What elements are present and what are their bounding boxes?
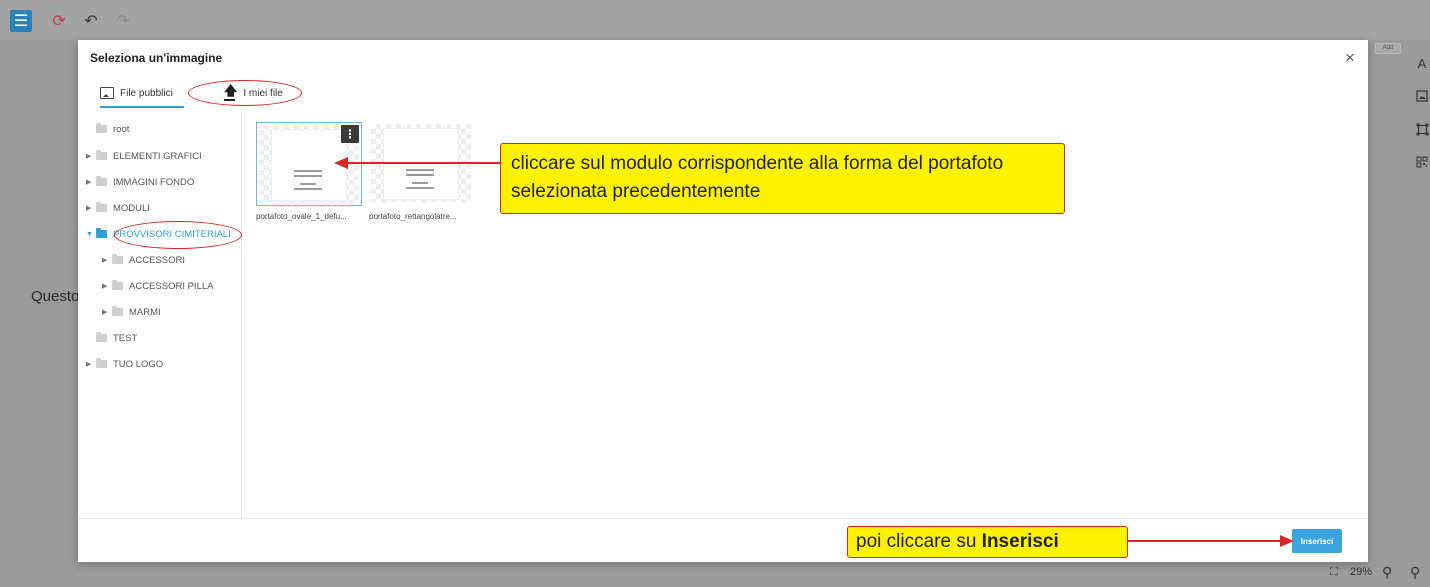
tree-item-moduli[interactable]: ▶ MODULI [86,199,150,217]
zoom-out-icon[interactable]: ⚲ [1382,564,1392,581]
folder-icon [96,202,107,212]
tree-item-label: TEST [113,332,138,344]
history-icon[interactable]: ⟳ [48,10,70,32]
tab-label: I miei file [243,87,283,99]
folder-icon [96,150,107,160]
tab-my-files[interactable]: 🡅 I miei file [224,80,283,106]
caret-right-icon[interactable]: ▶ [86,178,96,186]
caret-right-icon[interactable]: ▶ [86,204,96,212]
folder-icon [96,228,107,238]
tree-item-immagini-fondo[interactable]: ▶ IMMAGINI FONDO [86,173,194,191]
dialog-footer: Inserisci [78,518,1368,563]
tree-item-marmi[interactable]: ▶ MARMI [102,303,161,321]
upload-icon: 🡅 [224,84,237,101]
folder-icon [96,123,107,133]
folder-icon [112,254,123,264]
tree-item-label: MARMI [129,306,161,318]
text-tool-icon[interactable]: A [1413,54,1430,72]
file-name: portafoto_ovale_1_defu... [256,212,347,221]
callout-click-insert: poi cliccare su Inserisci [847,526,1128,558]
tab-public-files[interactable]: File pubblici [100,80,184,108]
tree-item-label: ACCESSORI PILLA [129,280,214,292]
shape-tool-icon[interactable] [1413,120,1430,138]
tree-item-label: TUO LOGO [113,358,164,370]
module-preview [383,128,459,200]
caret-right-icon[interactable]: ▶ [102,256,112,264]
callout-bold-text: Inserisci [981,531,1059,552]
tree-item-accessori-pilla[interactable]: ▶ ACCESSORI PILLA [102,277,213,295]
zoom-in-icon[interactable]: ⚲ [1410,564,1420,581]
callout-text: poi cliccare su [856,531,982,552]
tree-item-label: ACCESSORI [129,254,185,266]
folder-icon [96,358,107,368]
caret-right-icon[interactable]: ▶ [102,282,112,290]
dialog-title: Seleziona un'immagine [90,51,223,65]
folder-tree: root ▶ ELEMENTI GRAFICI ▶ IMMAGINI FONDO… [78,112,242,518]
tab-label: File pubblici [120,87,173,99]
zoom-level: 29% [1350,566,1373,578]
tree-item-label: IMMAGINI FONDO [113,176,195,188]
file-thumbnail[interactable] [369,122,473,204]
redo-icon[interactable]: ↷ [112,10,134,32]
caret-down-icon[interactable]: ▼ [86,231,96,238]
tree-item-label: MODULI [113,202,150,214]
fit-screen-icon[interactable]: ⛶ [1330,566,1338,579]
top-toolbar: ☰ ⟳ ↶ ↷ [0,0,1430,40]
folder-icon [96,332,107,342]
image-icon [100,87,114,99]
folder-icon [112,280,123,290]
tree-item-provvisori-cimiteriali[interactable]: ▼ PROVVISORI CIMITERIALI [86,225,231,243]
insert-button[interactable]: Inserisci [1292,529,1342,553]
callout-select-module: cliccare sul modulo corrispondente alla … [500,143,1065,214]
tree-item-label: PROVVISORI CIMITERIALI [113,228,231,240]
tree-item-accessori[interactable]: ▶ ACCESSORI [102,251,185,269]
tree-item-root[interactable]: root [86,120,129,138]
qr-code-tool-icon[interactable] [1413,153,1430,171]
right-tag: Add [1375,43,1401,54]
more-options-icon[interactable]: ⋮ [341,125,359,143]
file-thumbnail[interactable]: ⋮ [256,122,362,206]
folder-icon [96,176,107,186]
zoom-bar: ⛶ 29% ⚲ ⚲ [1326,562,1430,586]
tree-item-label: root [113,123,130,135]
file-name: portafoto_rettangolatre... [369,212,457,221]
select-image-dialog: Seleziona un'immagine × File pubblici 🡅 … [78,40,1368,562]
tree-item-tuo-logo[interactable]: ▶ TUO LOGO [86,355,163,373]
tree-item-test[interactable]: TEST [86,329,137,347]
layers-icon[interactable]: ☰ [10,10,32,32]
caret-right-icon[interactable]: ▶ [86,360,96,368]
module-preview [271,129,347,201]
canvas-text: Questo [31,288,80,305]
caret-right-icon[interactable]: ▶ [86,152,96,160]
tree-item-elementi-grafici[interactable]: ▶ ELEMENTI GRAFICI [86,147,202,165]
undo-icon[interactable]: ↶ [80,10,102,32]
caret-right-icon[interactable]: ▶ [102,308,112,316]
image-tool-icon[interactable] [1413,87,1430,105]
close-icon[interactable]: × [1340,48,1360,68]
tree-item-label: ELEMENTI GRAFICI [113,150,202,162]
folder-icon [112,306,123,316]
